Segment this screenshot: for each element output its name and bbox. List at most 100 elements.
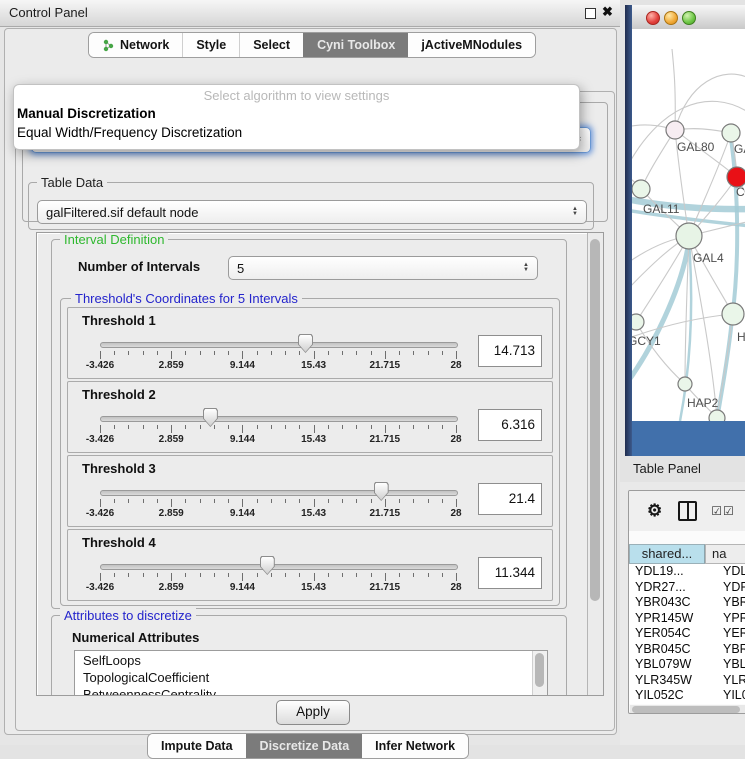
cell-name[interactable]: YPR1 xyxy=(705,611,745,627)
cell-name[interactable]: YDL1 xyxy=(705,564,745,580)
bottom-tabbar: Impute Data Discretize Data Infer Networ… xyxy=(147,733,469,759)
control-panel-titlebar[interactable]: Control Panel ✖ xyxy=(0,0,620,27)
cell-shared-name[interactable]: YPR145W xyxy=(629,611,705,627)
control-panel-window: Control Panel ✖ Discretization Algorithm… xyxy=(0,0,620,745)
zoom-traffic-light-icon[interactable] xyxy=(682,11,696,25)
cell-name[interactable]: YBL0 xyxy=(705,657,745,673)
tick-mark xyxy=(314,425,315,433)
control-panel-tabbar: Network Style Select Cyni Toolbox jActiv… xyxy=(88,32,536,58)
tab-cyni-toolbox[interactable]: Cyni Toolbox xyxy=(303,33,408,57)
minimize-traffic-light-icon[interactable] xyxy=(664,11,678,25)
interval-definition-group: Interval Definition Number of Intervals … xyxy=(51,239,567,609)
network-node-gcy1[interactable] xyxy=(632,314,644,330)
cell-name[interactable]: YBR0 xyxy=(705,595,745,611)
table-panel-titlebar[interactable]: Table Panel xyxy=(618,456,745,483)
apply-button[interactable]: Apply xyxy=(276,700,350,725)
network-node-gal11[interactable] xyxy=(632,180,650,198)
tab-jactivemnodules[interactable]: jActiveMNodules xyxy=(408,33,535,57)
network-node[interactable] xyxy=(709,410,725,421)
threshold-value-field[interactable]: 21.4 xyxy=(478,483,542,515)
scale-label: 28 xyxy=(450,360,461,371)
node-label: H xyxy=(737,330,745,344)
tab-label: Network xyxy=(120,38,169,52)
column-header-name[interactable]: na xyxy=(705,544,745,564)
table-row[interactable]: YPR145WYPR1 xyxy=(629,611,745,627)
tab-discretize-data[interactable]: Discretize Data xyxy=(246,734,363,758)
attribute-list-item[interactable]: BetweennessCentrality xyxy=(75,686,531,696)
cell-name[interactable]: YER0 xyxy=(705,626,745,642)
cell-shared-name[interactable]: YIL052C xyxy=(629,688,705,704)
float-window-icon[interactable] xyxy=(585,8,596,19)
settings-vertical-scrollbar[interactable] xyxy=(587,233,603,695)
cell-shared-name[interactable]: YLR345W xyxy=(629,673,705,689)
table-row[interactable]: YLR345WYLR3 xyxy=(629,673,745,689)
column-header-shared-name[interactable]: shared... xyxy=(629,544,705,564)
checkbox-icons[interactable]: ☑☑ xyxy=(711,504,735,518)
thresholds-coordinates-group: Threshold's Coordinates for 5 Intervals … xyxy=(60,298,560,606)
scrollbar-thumb[interactable] xyxy=(535,653,544,687)
threshold-value-field[interactable]: 6.316 xyxy=(478,409,542,441)
network-node-h[interactable] xyxy=(722,303,744,325)
network-node-gal4[interactable] xyxy=(676,223,702,249)
cell-shared-name[interactable]: YBL079W xyxy=(629,657,705,673)
numerical-attributes-list[interactable]: SelfLoopsTopologicalCoefficientBetweenne… xyxy=(74,650,548,696)
attribute-list-item[interactable]: SelfLoops xyxy=(75,652,531,669)
cell-name[interactable]: YDR2 xyxy=(705,580,745,596)
tick-mark xyxy=(399,573,400,577)
threshold-value-field[interactable]: 14.713 xyxy=(478,335,542,367)
number-of-intervals-combobox[interactable]: 5 ▲▼ xyxy=(228,256,538,280)
tab-infer-network[interactable]: Infer Network xyxy=(362,734,468,758)
column-layout-icon[interactable] xyxy=(678,501,697,521)
close-panel-icon[interactable]: ✖ xyxy=(602,4,613,20)
tab-network[interactable]: Network xyxy=(89,33,182,57)
slider-track[interactable] xyxy=(100,342,458,348)
list-scrollbar[interactable] xyxy=(532,651,547,696)
gear-icon[interactable]: ⚙ xyxy=(647,501,662,521)
cell-name[interactable]: YLR3 xyxy=(705,673,745,689)
network-node-c[interactable] xyxy=(727,167,745,187)
table-horizontal-scrollbar[interactable] xyxy=(630,705,745,714)
cell-shared-name[interactable]: YER054C xyxy=(629,626,705,642)
close-traffic-light-icon[interactable] xyxy=(646,11,660,25)
popup-option-manual-discretization[interactable]: Manual Discretization xyxy=(17,106,156,121)
table-row[interactable]: YER054CYER0 xyxy=(629,626,745,642)
slider-track[interactable] xyxy=(100,416,458,422)
table-row[interactable]: YDL19...YDL1 xyxy=(629,564,745,580)
slider-track[interactable] xyxy=(100,490,458,496)
cell-shared-name[interactable]: YDL19... xyxy=(629,564,705,580)
tab-impute-data[interactable]: Impute Data xyxy=(148,734,246,758)
attribute-list-item[interactable]: TopologicalCoefficient xyxy=(75,669,531,686)
tab-style[interactable]: Style xyxy=(182,33,239,57)
table-row[interactable]: YBR043CYBR0 xyxy=(629,595,745,611)
threshold-value-field[interactable]: 11.344 xyxy=(478,557,542,589)
slider-track[interactable] xyxy=(100,564,458,570)
scrollbar-thumb[interactable] xyxy=(632,706,740,713)
popup-option-equal-width-frequency[interactable]: Equal Width/Frequency Discretization xyxy=(17,125,242,140)
tick-mark xyxy=(314,351,315,359)
cell-shared-name[interactable]: YBR045C xyxy=(629,642,705,658)
table-row[interactable]: YDR27...YDR2 xyxy=(629,580,745,596)
table-data-combobox[interactable]: galFiltered.sif default node ▲▼ xyxy=(37,200,587,224)
cell-shared-name[interactable]: YBR043C xyxy=(629,595,705,611)
cell-shared-name[interactable]: YDR27... xyxy=(629,580,705,596)
tick-mark xyxy=(242,573,243,581)
table-row[interactable]: YBL079WYBL0 xyxy=(629,657,745,673)
table-row[interactable]: YBR045CYBR0 xyxy=(629,642,745,658)
table-row[interactable]: YIL052CYIL0 xyxy=(629,688,745,704)
tick-mark xyxy=(214,573,215,577)
network-node-gal80[interactable] xyxy=(666,121,684,139)
tab-select[interactable]: Select xyxy=(239,33,303,57)
tick-mark xyxy=(171,499,172,507)
cell-name[interactable]: YBR0 xyxy=(705,642,745,658)
combo-arrows-icon: ▲▼ xyxy=(572,207,578,217)
tick-mark xyxy=(228,351,229,355)
cell-name[interactable]: YIL0 xyxy=(705,688,745,704)
scrollbar-thumb[interactable] xyxy=(590,239,600,601)
combo-arrows-icon: ▲▼ xyxy=(523,263,529,273)
network-window-titlebar[interactable] xyxy=(632,5,745,30)
tick-mark xyxy=(200,425,201,429)
network-node-hap2[interactable] xyxy=(678,377,692,391)
network-canvas[interactable]: GAL80GACGAL11GAL4GCY1HHAP2 xyxy=(632,29,745,421)
network-node-ga[interactable] xyxy=(722,124,740,142)
tick-mark xyxy=(171,573,172,581)
